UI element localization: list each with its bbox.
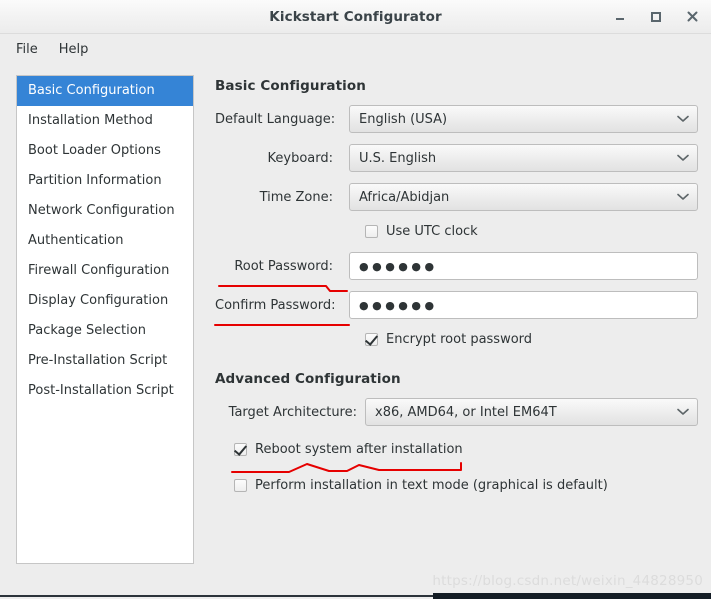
sidebar-item-post-installation-script[interactable]: Post-Installation Script — [17, 376, 193, 406]
bottom-edge-left — [0, 595, 433, 597]
default-language-value: English (USA) — [359, 111, 448, 127]
sidebar-item-partition-information[interactable]: Partition Information — [17, 166, 193, 196]
encrypt-root-password-row[interactable]: Encrypt root password — [215, 329, 698, 349]
titlebar: Kickstart Configurator — [0, 0, 711, 34]
advanced-configuration-heading: Advanced Configuration — [215, 371, 401, 387]
reboot-system-checkbox[interactable] — [234, 442, 247, 456]
sidebar-item-firewall-configuration[interactable]: Firewall Configuration — [17, 256, 193, 286]
reboot-system-row[interactable]: Reboot system after installation — [215, 439, 698, 459]
target-architecture-row: Target Architecture: x86, AMD64, or Inte… — [215, 398, 698, 426]
use-utc-clock-label: Use UTC clock — [386, 223, 478, 239]
confirm-password-label: Confirm Password: — [215, 297, 336, 313]
menu-file[interactable]: File — [9, 39, 45, 60]
time-zone-label: Time Zone: — [259, 189, 333, 205]
chevron-down-icon — [677, 154, 689, 162]
window-bottom-edge — [0, 593, 711, 599]
target-architecture-value: x86, AMD64, or Intel EM64T — [375, 404, 557, 420]
text-mode-row[interactable]: Perform installation in text mode (graph… — [215, 475, 698, 495]
text-mode-checkbox[interactable] — [234, 478, 247, 492]
text-mode-label: Perform installation in text mode (graph… — [255, 477, 608, 493]
menu-help[interactable]: Help — [52, 39, 96, 60]
settings-pane: Basic Configuration Default Language: En… — [194, 75, 698, 599]
basic-configuration-heading: Basic Configuration — [215, 78, 366, 94]
root-password-label: Root Password: — [234, 258, 333, 274]
time-zone-select[interactable]: Africa/Abidjan — [349, 183, 698, 211]
time-zone-row: Time Zone: Africa/Abidjan — [215, 183, 698, 211]
keyboard-label: Keyboard: — [267, 150, 334, 166]
content-area: Basic Configuration Installation Method … — [0, 64, 711, 599]
use-utc-clock-checkbox[interactable] — [365, 224, 378, 238]
kickstart-configurator-window: Kickstart Configurator File Help Basic C… — [0, 0, 711, 599]
close-icon[interactable] — [681, 6, 703, 28]
window-title: Kickstart Configurator — [269, 8, 442, 25]
sidebar-item-network-configuration[interactable]: Network Configuration — [17, 196, 193, 226]
bottom-edge-right — [433, 593, 711, 599]
confirm-password-value: ●●●●●● — [359, 298, 438, 312]
confirm-password-row: Confirm Password: ●●●●●● — [215, 291, 698, 319]
reboot-system-label: Reboot system after installation — [255, 441, 463, 457]
target-architecture-select[interactable]: x86, AMD64, or Intel EM64T — [365, 398, 698, 426]
sidebar-item-package-selection[interactable]: Package Selection — [17, 316, 193, 346]
keyboard-value: U.S. English — [359, 150, 437, 166]
keyboard-row: Keyboard: U.S. English — [215, 144, 698, 172]
window-controls — [609, 0, 703, 33]
sidebar-item-installation-method[interactable]: Installation Method — [17, 106, 193, 136]
chevron-down-icon — [677, 408, 689, 416]
menubar: File Help — [0, 34, 711, 64]
chevron-down-icon — [677, 193, 689, 201]
sidebar-item-boot-loader-options[interactable]: Boot Loader Options — [17, 136, 193, 166]
maximize-icon[interactable] — [645, 6, 667, 28]
root-password-input[interactable]: ●●●●●● — [349, 252, 698, 280]
watermark: https://blog.csdn.net/weixin_44828950 — [432, 573, 703, 589]
confirm-password-input[interactable]: ●●●●●● — [349, 291, 698, 319]
sidebar-item-basic-configuration[interactable]: Basic Configuration — [17, 76, 193, 106]
encrypt-root-password-checkbox[interactable] — [365, 332, 378, 346]
sidebar-item-display-configuration[interactable]: Display Configuration — [17, 286, 193, 316]
target-architecture-label: Target Architecture: — [228, 404, 357, 420]
sidebar-item-pre-installation-script[interactable]: Pre-Installation Script — [17, 346, 193, 376]
chevron-down-icon — [677, 115, 689, 123]
root-password-row: Root Password: ●●●●●● — [215, 252, 698, 280]
default-language-select[interactable]: English (USA) — [349, 105, 698, 133]
keyboard-select[interactable]: U.S. English — [349, 144, 698, 172]
use-utc-clock-row[interactable]: Use UTC clock — [215, 221, 698, 241]
encrypt-root-password-label: Encrypt root password — [386, 331, 533, 347]
time-zone-value: Africa/Abidjan — [359, 189, 450, 205]
default-language-label: Default Language: — [215, 111, 336, 127]
navigation-sidebar[interactable]: Basic Configuration Installation Method … — [16, 75, 194, 564]
root-password-value: ●●●●●● — [359, 259, 438, 273]
sidebar-item-authentication[interactable]: Authentication — [17, 226, 193, 256]
default-language-row: Default Language: English (USA) — [215, 105, 698, 133]
minimize-icon[interactable] — [609, 6, 631, 28]
